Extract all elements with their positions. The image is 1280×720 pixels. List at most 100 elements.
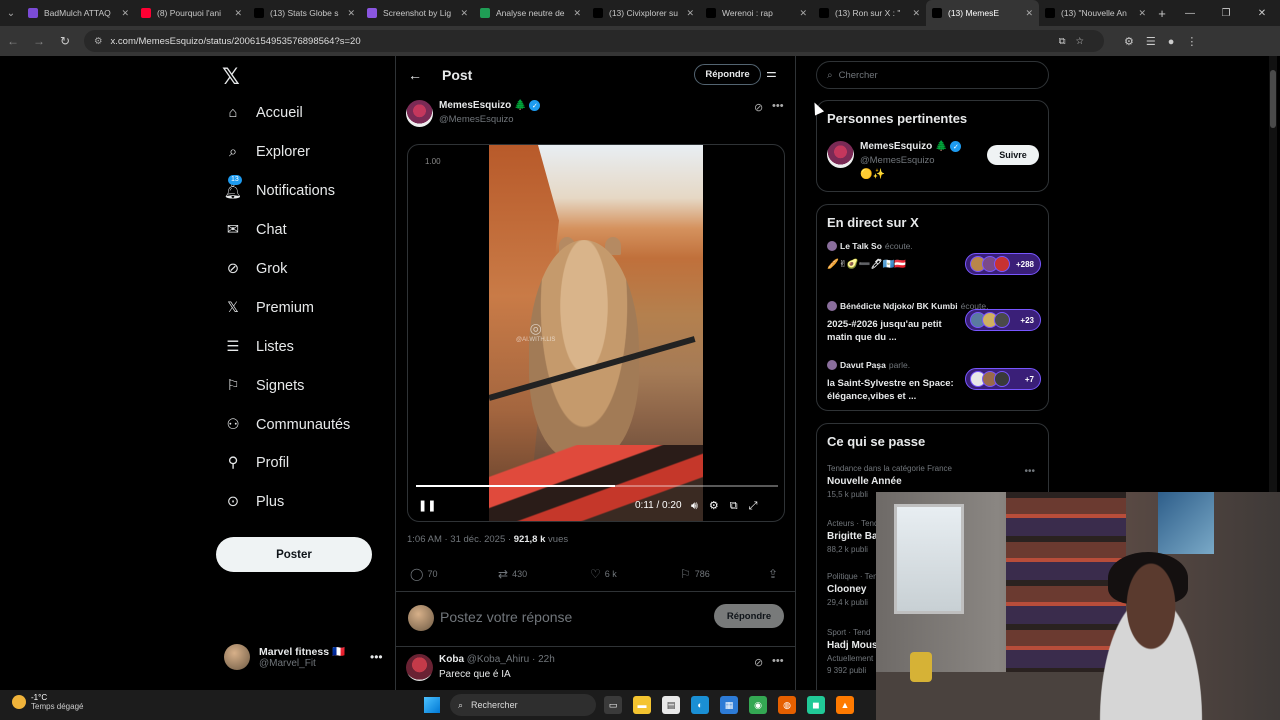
site-settings-icon[interactable]: ⚙: [94, 36, 103, 47]
close-tab-icon[interactable]: ✕: [234, 8, 242, 19]
avatar[interactable]: [406, 100, 433, 127]
nav-item-listes[interactable]: ☰ Listes: [222, 327, 350, 366]
nav-item-signets[interactable]: ⚐ Signets: [222, 366, 350, 405]
grok-icon[interactable]: ⊘: [754, 101, 763, 114]
reload-icon[interactable]: ↻: [52, 34, 78, 48]
browser-tab[interactable]: BadMulch ATTAQ ✕: [22, 0, 135, 26]
firefox-icon[interactable]: ◍: [778, 696, 796, 714]
grok-icon[interactable]: ⊘: [754, 656, 763, 669]
avatar[interactable]: [827, 141, 854, 168]
video-progress-bar[interactable]: [416, 485, 778, 487]
bookmark-action[interactable]: ⚐ 786: [680, 567, 768, 581]
scrollbar-thumb[interactable]: [1270, 70, 1276, 128]
nav-item-notifications[interactable]: 🔔︎ 13 Notifications: [222, 172, 350, 211]
windows-start-icon[interactable]: [424, 697, 440, 713]
task-view-icon[interactable]: ▭: [604, 696, 622, 714]
close-tab-icon[interactable]: ✕: [460, 8, 468, 19]
account-switcher[interactable]: Marvel fitness 🇫🇷 @Marvel_Fit •••: [224, 644, 383, 670]
nav-item-plus[interactable]: ⊙ Plus: [222, 483, 350, 522]
forward-arrow-icon[interactable]: →: [26, 34, 52, 48]
video-frame[interactable]: ◎ @AI.WITH.LIS: [489, 145, 703, 521]
share-action[interactable]: ⇪: [768, 567, 782, 581]
browser-tab[interactable]: (13) Stats Globe s ✕: [248, 0, 361, 26]
nav-item-communautés[interactable]: ⚇ Communautés: [222, 405, 351, 444]
browser-tab[interactable]: Werenoi : rap ✕: [700, 0, 813, 26]
person-name[interactable]: MemesEsquizo 🌲: [860, 141, 947, 152]
close-tab-icon[interactable]: ✕: [1025, 8, 1033, 19]
sliders-icon[interactable]: ⚌: [766, 66, 777, 80]
close-tab-icon[interactable]: ✕: [799, 8, 807, 19]
browser-tab[interactable]: (13) "Nouvelle An ✕: [1039, 0, 1152, 26]
repost-action[interactable]: ⇄ 430: [498, 567, 590, 581]
reply-author-handle[interactable]: @Koba_Ahiru: [467, 654, 529, 665]
close-tab-icon[interactable]: ✕: [686, 8, 694, 19]
listeners-pill[interactable]: +7: [965, 368, 1041, 390]
nav-item-grok[interactable]: ⊘ Grok: [222, 250, 350, 289]
listeners-pill[interactable]: +23: [965, 309, 1041, 331]
browser-tab[interactable]: (8) Pourquoi l'ani ✕: [135, 0, 248, 26]
reply-input[interactable]: Postez votre réponse: [440, 609, 572, 625]
follow-button[interactable]: Suivre: [987, 145, 1039, 165]
x-logo-icon[interactable]: 𝕏: [222, 65, 240, 90]
extensions-icons[interactable]: ⚙☰●⋮: [1124, 35, 1209, 48]
pause-icon[interactable]: ❚❚: [418, 499, 436, 512]
post-button[interactable]: Poster: [216, 537, 372, 572]
live-space-item[interactable]: Bénédicte Ndjoko/ BK Kumbi écoute. 2025-#2…: [827, 301, 1041, 344]
more-dots-icon[interactable]: •••: [772, 655, 784, 667]
browser-tab[interactable]: (13) Civixplorer su ✕: [587, 0, 700, 26]
restore-icon[interactable]: ❐: [1208, 8, 1244, 19]
close-tab-icon[interactable]: ✕: [1138, 8, 1146, 19]
back-arrow-icon[interactable]: ←: [408, 67, 422, 83]
post-author[interactable]: MemesEsquizo 🌲 ✓ @MemesEsquizo: [406, 100, 541, 127]
live-space-item[interactable]: Le Talk So écoute. 🥖✌🥑➖🖊🇬🇹🇦🇹 +288: [827, 241, 1041, 275]
reply-post[interactable]: Koba @Koba_Ahiru · 22h Parece que é IA: [406, 654, 555, 681]
reply-button-top[interactable]: Répondre: [694, 64, 761, 85]
reply-action[interactable]: ◯ 70: [410, 567, 498, 581]
file-explorer-icon[interactable]: ▬: [633, 696, 651, 714]
post-timestamp[interactable]: 1:06 AM · 31 déc. 2025 ·: [407, 534, 514, 545]
close-window-icon[interactable]: ✕: [1244, 8, 1280, 19]
nav-item-profil[interactable]: ⚲ Profil: [222, 444, 350, 483]
reply-submit-button[interactable]: Répondre: [714, 604, 784, 628]
more-dots-icon[interactable]: •••: [772, 100, 784, 112]
video-control-icons[interactable]: 🔊︎⚙⧉⤢: [691, 499, 768, 513]
relevant-person[interactable]: MemesEsquizo 🌲 ✓ @MemesEsquizo 🟡✨: [827, 141, 962, 180]
browser-tab[interactable]: (13) Ron sur X : " ✕: [813, 0, 926, 26]
close-tab-icon[interactable]: ✕: [121, 8, 129, 19]
avatar[interactable]: [406, 654, 433, 681]
close-tab-icon[interactable]: ✕: [912, 8, 920, 19]
close-tab-icon[interactable]: ✕: [347, 8, 355, 19]
listeners-pill[interactable]: +288: [965, 253, 1041, 275]
like-action[interactable]: ♡ 6 k: [590, 567, 680, 581]
more-dots-icon[interactable]: •••: [370, 650, 383, 664]
person-handle[interactable]: @MemesEsquizo: [860, 155, 961, 166]
browser-tab[interactable]: (13) MemesE ✕: [926, 0, 1039, 26]
browser-tab[interactable]: Screenshot by Lig ✕: [361, 0, 474, 26]
url-text[interactable]: x.com/MemesEsquizo/status/20061549535768…: [111, 36, 1059, 47]
vlc-icon[interactable]: ▲: [836, 696, 854, 714]
app-icon[interactable]: ◼: [807, 696, 825, 714]
close-tab-icon[interactable]: ✕: [573, 8, 581, 19]
chrome-icon[interactable]: ◉: [749, 696, 767, 714]
address-bar[interactable]: ⚙ x.com/MemesEsquizo/status/200615495357…: [84, 30, 1104, 52]
browser-tab[interactable]: Analyse neutre de ✕: [474, 0, 587, 26]
video-player[interactable]: 1.00 ◎ @AI.WITH.LIS ❚❚ 0:11 / 0:20 🔊︎⚙⧉⤢: [407, 144, 785, 522]
nav-item-chat[interactable]: ✉ Chat: [222, 211, 350, 250]
weather-widget[interactable]: -1°C Temps dégagé: [12, 693, 83, 711]
search-input[interactable]: ⌕ Chercher: [816, 61, 1049, 89]
author-handle[interactable]: @MemesEsquizo: [439, 114, 540, 125]
notepad-icon[interactable]: ▤: [662, 696, 680, 714]
reply-author-name[interactable]: Koba: [439, 654, 464, 665]
more-dots-icon[interactable]: •••: [1024, 466, 1035, 477]
nav-item-premium[interactable]: 𝕏 Premium: [222, 288, 350, 327]
store-icon[interactable]: ▦: [720, 696, 738, 714]
tab-search-icon[interactable]: ⌄: [0, 0, 22, 26]
back-arrow-icon[interactable]: ←: [0, 34, 26, 48]
live-space-item[interactable]: Davut Paşa parle. la Saint-Sylvestre en Sp…: [827, 360, 1041, 403]
minimize-icon[interactable]: —: [1172, 8, 1208, 19]
nav-item-accueil[interactable]: ⌂ Accueil: [222, 94, 350, 133]
taskbar-search[interactable]: ⌕ Rechercher: [450, 694, 596, 716]
edge-icon[interactable]: ◐: [691, 696, 709, 714]
new-tab-button[interactable]: +: [1152, 6, 1172, 21]
address-bar-actions[interactable]: ⧉☆: [1059, 36, 1094, 47]
